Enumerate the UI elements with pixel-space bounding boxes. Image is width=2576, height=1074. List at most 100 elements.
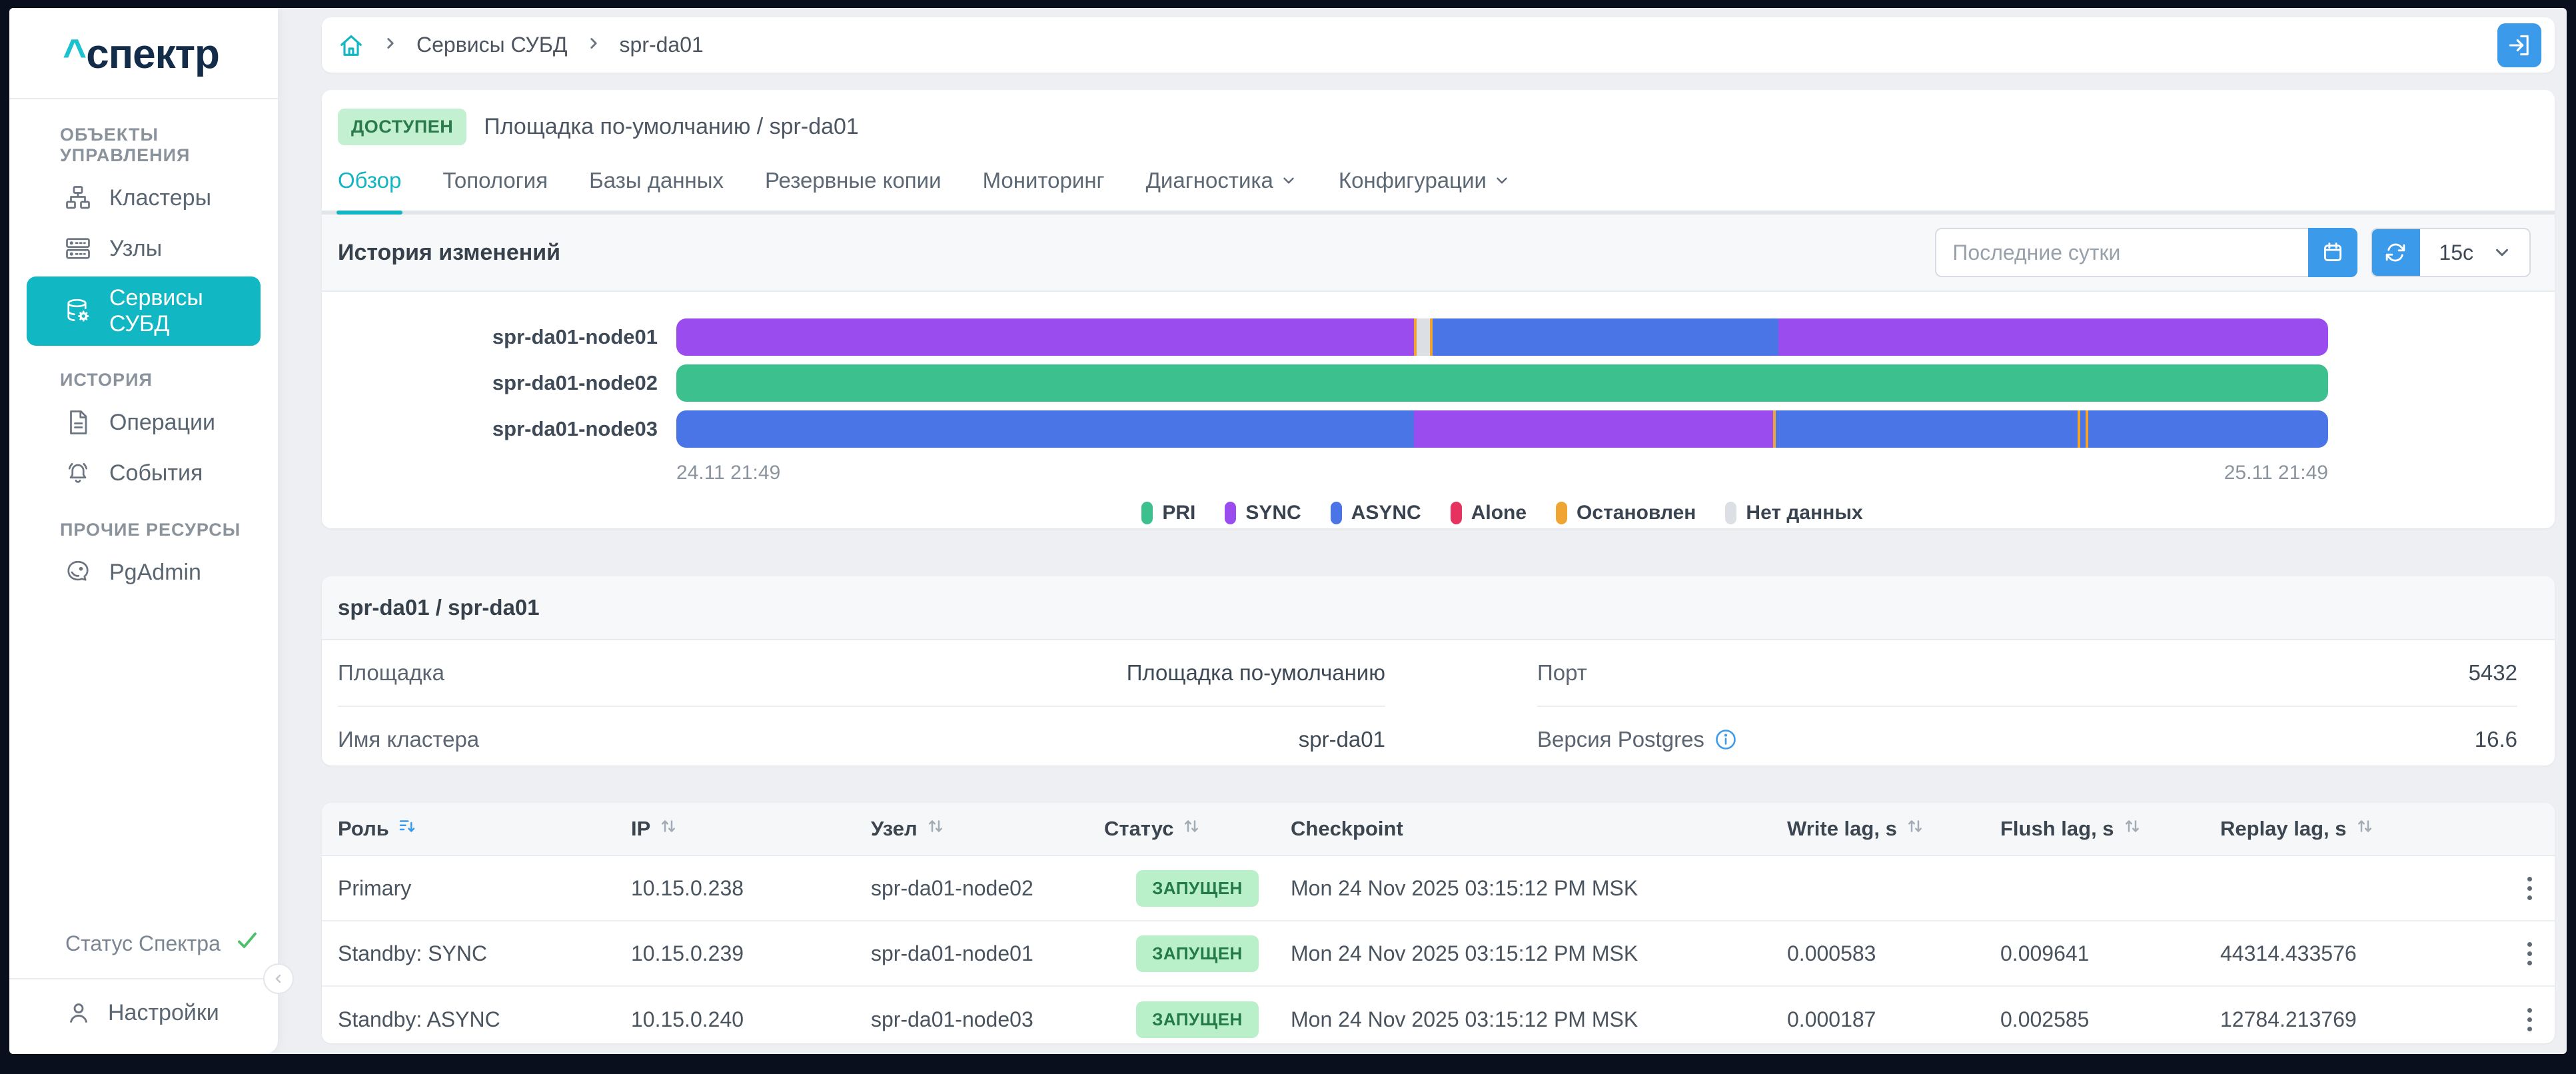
- tab-backups[interactable]: Резервные копии: [765, 168, 942, 211]
- detail-label: Площадка: [338, 660, 444, 686]
- timeline-legend: PRISYNCASYNCAloneОстановленНет данных: [676, 484, 2328, 524]
- refresh-interval-select[interactable]: 15с: [2420, 229, 2529, 276]
- sort-icon: [1905, 816, 1925, 841]
- timeline-segment[interactable]: [2080, 410, 2085, 448]
- sidebar-item-settings[interactable]: Настройки: [9, 979, 278, 1054]
- timeline-segment[interactable]: [1417, 318, 1430, 356]
- breadcrumb-item-current: spr-da01: [620, 33, 704, 57]
- history-controls: 15с: [1935, 228, 2531, 277]
- row-actions-menu[interactable]: [2521, 870, 2539, 907]
- spektr-status[interactable]: Статус Спектра: [9, 929, 278, 978]
- legend-item: ASYNC: [1331, 502, 1421, 524]
- legend-swatch: [1331, 502, 1342, 524]
- sidebar-item-operations[interactable]: Операции: [27, 400, 261, 445]
- cell-replay-lag: 12784.213769: [2220, 1007, 2499, 1032]
- logo-caret: ^: [63, 31, 86, 77]
- detail-label: Имя кластера: [338, 727, 479, 752]
- tab-overview[interactable]: Обзор: [338, 168, 401, 211]
- timeline-bar[interactable]: [676, 410, 2328, 448]
- detail-value: Площадка по-умолчанию: [1127, 660, 1385, 686]
- cell-checkpoint: Mon 24 Nov 2025 03:15:12 PM MSK: [1291, 941, 1787, 966]
- sidebar-item-nodes[interactable]: Узлы: [27, 226, 261, 271]
- timeline-row: spr-da01-node01: [338, 318, 2328, 356]
- timeline-segment[interactable]: [676, 410, 1414, 448]
- tab-bar: Обзор Топология Базы данных Резервные ко…: [322, 161, 2555, 215]
- row-actions-menu[interactable]: [2521, 1001, 2539, 1038]
- sidebar-collapse-button[interactable]: [263, 963, 294, 994]
- date-range-input[interactable]: [1935, 228, 2308, 277]
- detail-row-site: Площадка Площадка по-умолчанию: [338, 640, 1385, 707]
- column-header-flush-lag[interactable]: Flush lag, s: [2000, 816, 2220, 841]
- sidebar-item-label: Кластеры: [109, 185, 211, 211]
- spektr-status-label: Статус Спектра: [65, 931, 221, 956]
- cell-node: spr-da01-node02: [871, 876, 1104, 901]
- timeline-bar[interactable]: [676, 318, 2328, 356]
- row-actions-menu[interactable]: [2521, 935, 2539, 972]
- column-header-node[interactable]: Узел: [871, 816, 1104, 841]
- chevron-down-icon: [1493, 172, 1511, 189]
- column-header-write-lag[interactable]: Write lag, s: [1787, 816, 2000, 841]
- timeline-segment[interactable]: [1776, 410, 2078, 448]
- detail-value: 5432: [2469, 660, 2517, 686]
- column-header-replay-lag[interactable]: Replay lag, s: [2220, 816, 2499, 841]
- breadcrumb-item-services[interactable]: Сервисы СУБД: [416, 33, 568, 57]
- timeline-segment[interactable]: [1778, 318, 2328, 356]
- sidebar-item-db-services[interactable]: Сервисы СУБД: [27, 276, 261, 346]
- status-badge-running: ЗАПУЩЕН: [1136, 935, 1259, 972]
- column-header-role[interactable]: Роль: [338, 816, 631, 841]
- cell-role: Primary: [338, 876, 631, 901]
- logo[interactable]: ^спектр: [9, 8, 278, 98]
- main-area: Сервисы СУБД spr-da01 ДОСТУПЕН Площадка …: [278, 8, 2567, 1054]
- refresh-button[interactable]: [2371, 228, 2420, 277]
- calendar-button[interactable]: [2308, 228, 2357, 277]
- service-header: ДОСТУПЕН Площадка по-умолчанию / spr-da0…: [322, 90, 2555, 161]
- tab-configurations[interactable]: Конфигурации: [1339, 168, 1511, 211]
- home-icon[interactable]: [338, 32, 364, 59]
- sort-icon: [1181, 816, 1201, 841]
- column-header-checkpoint: Checkpoint: [1291, 817, 1787, 841]
- status-badge-running: ЗАПУЩЕН: [1136, 870, 1259, 907]
- cell-write-lag: 0.000187: [1787, 1007, 2000, 1032]
- breadcrumb-separator-icon: [382, 32, 399, 58]
- sidebar-item-pgadmin[interactable]: PgAdmin: [27, 550, 261, 595]
- tab-databases[interactable]: Базы данных: [589, 168, 724, 211]
- legend-item: SYNC: [1225, 502, 1301, 524]
- timeline-segment[interactable]: [676, 364, 2328, 402]
- tab-diagnostics[interactable]: Диагностика: [1146, 168, 1297, 211]
- timeline-row: spr-da01-node03: [338, 410, 2328, 448]
- sort-icon: [926, 816, 946, 841]
- login-button[interactable]: [2497, 23, 2541, 67]
- tab-monitoring[interactable]: Мониторинг: [983, 168, 1105, 211]
- sidebar-item-events[interactable]: События: [27, 450, 261, 496]
- timeline-bar[interactable]: [676, 364, 2328, 402]
- tab-topology[interactable]: Топология: [442, 168, 548, 211]
- legend-item: Нет данных: [1725, 502, 1862, 524]
- timeline-segment[interactable]: [1414, 410, 1773, 448]
- cell-node: spr-da01-node01: [871, 941, 1104, 966]
- cell-flush-lag: 0.002585: [2000, 1007, 2220, 1032]
- timeline-segment[interactable]: [1433, 318, 1778, 356]
- cell-checkpoint: Mon 24 Nov 2025 03:15:12 PM MSK: [1291, 876, 1787, 901]
- breadcrumb-separator-icon: [585, 32, 602, 58]
- column-header-status[interactable]: Статус: [1104, 816, 1291, 841]
- legend-label: SYNC: [1245, 502, 1301, 524]
- info-icon[interactable]: [1714, 728, 1738, 752]
- legend-label: ASYNC: [1351, 502, 1421, 524]
- login-icon: [2507, 33, 2532, 58]
- sidebar-item-clusters[interactable]: Кластеры: [27, 175, 261, 221]
- history-panel-title: История изменений: [338, 240, 560, 266]
- cell-replay-lag: 44314.433576: [2220, 941, 2499, 966]
- detail-label: Версия Postgres: [1537, 727, 1738, 752]
- table-row: Primary 10.15.0.238 spr-da01-node02 ЗАПУ…: [322, 856, 2555, 921]
- legend-label: PRI: [1162, 502, 1195, 524]
- sidebar-item-label: События: [109, 460, 203, 486]
- timeline-segment[interactable]: [676, 318, 1414, 356]
- sidebar-bottom-divider: [9, 978, 278, 979]
- sidebar-item-label: Операции: [109, 410, 215, 436]
- pgadmin-icon: [64, 558, 92, 586]
- column-header-ip[interactable]: IP: [631, 816, 871, 841]
- detail-row-postgres-version: Версия Postgres 16.6: [1537, 707, 2517, 766]
- legend-label: Остановлен: [1577, 502, 1696, 524]
- bell-icon: [64, 459, 92, 487]
- timeline-segment[interactable]: [2088, 410, 2328, 448]
